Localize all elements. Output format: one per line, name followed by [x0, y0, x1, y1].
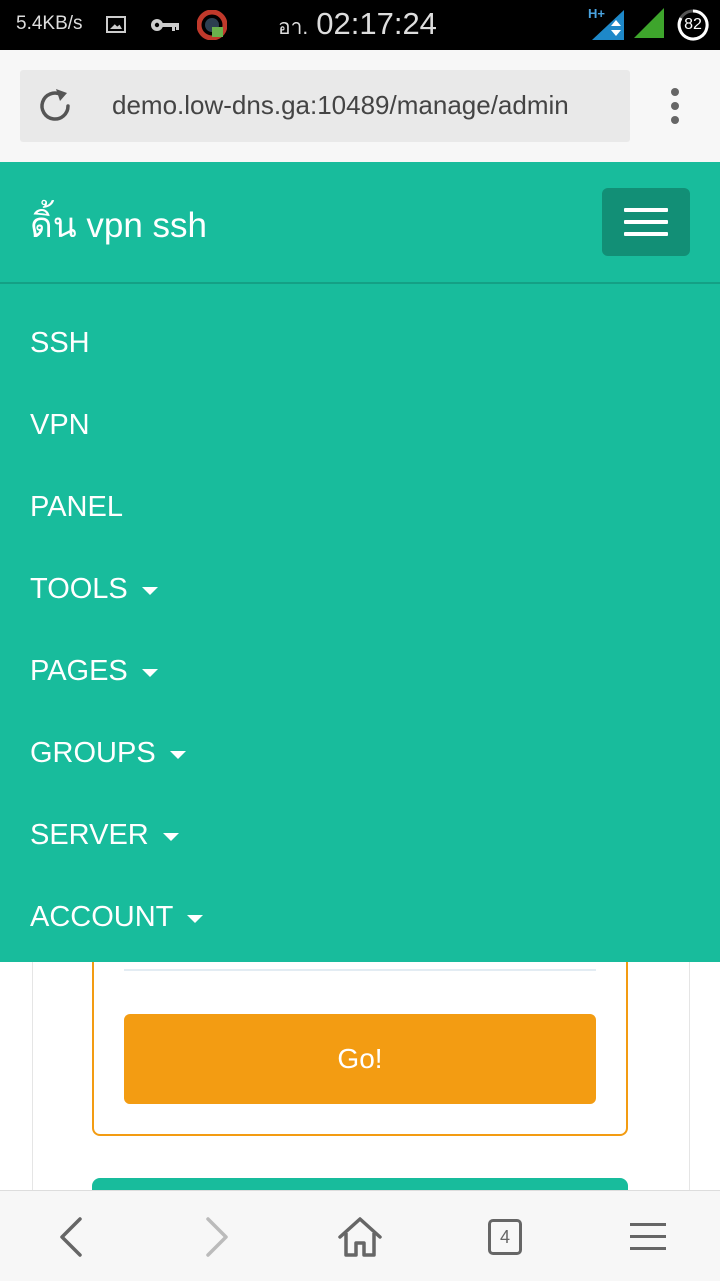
address-bar[interactable]: demo.low-dns.ga:10489/manage/admin [20, 70, 630, 142]
caret-down-icon [141, 669, 158, 677]
clock-day-prefix: อา. [278, 16, 309, 39]
go-button[interactable]: Go! [124, 1014, 596, 1104]
hamburger-icon [624, 220, 668, 224]
nav-item-vpn[interactable]: VPN [0, 384, 720, 466]
menu-icon[interactable] [624, 1213, 672, 1261]
reload-icon[interactable] [34, 85, 76, 127]
nav-item-label: SSH [30, 326, 90, 359]
caret-down-icon [162, 833, 179, 841]
hamburger-icon [624, 208, 668, 212]
browser-bottom-toolbar: 4 [0, 1190, 720, 1281]
image-icon [106, 16, 126, 33]
nav-item-label: GROUPS [30, 736, 156, 769]
clock: อา. 02:17:24 [278, 6, 437, 44]
caret-down-icon [187, 915, 204, 923]
app-icon [197, 10, 227, 40]
tabs-icon[interactable]: 4 [488, 1219, 522, 1255]
forward-icon[interactable] [192, 1213, 240, 1261]
caret-down-icon [169, 751, 186, 759]
clock-time: 02:17:24 [316, 6, 437, 41]
nav-menu: SSH VPN PANEL TOOLS PAGES GROUPS SERVER … [0, 302, 720, 958]
nav-item-server[interactable]: SERVER [0, 794, 720, 876]
overflow-menu-icon[interactable] [664, 86, 686, 126]
network-speed: 5.4KB/s [16, 13, 83, 34]
network-type-label: H+ [588, 6, 605, 21]
nav-item-label: ACCOUNT [30, 900, 174, 933]
caret-down-icon [141, 587, 158, 595]
battery-level: 82 [684, 16, 702, 33]
nav-item-ssh[interactable]: SSH [0, 302, 720, 384]
status-bar: 5.4KB/s อา. 02:17:24 H+ 82 [0, 0, 720, 50]
nav-item-panel[interactable]: PANEL [0, 466, 720, 548]
nav-item-label: TOOLS [30, 572, 128, 605]
nav-item-tools[interactable]: TOOLS [0, 548, 720, 630]
navbar: ดิ้น vpn ssh SSH VPN PANEL TOOLS PAGES G… [0, 162, 720, 962]
nav-item-label: SERVER [30, 818, 149, 851]
browser-toolbar: demo.low-dns.ga:10489/manage/admin [0, 50, 720, 162]
form-input-underline [124, 969, 596, 971]
key-icon [151, 19, 179, 31]
back-icon[interactable] [48, 1213, 96, 1261]
nav-item-label: VPN [30, 408, 90, 441]
navbar-brand[interactable]: ดิ้น vpn ssh [30, 198, 207, 253]
nav-item-groups[interactable]: GROUPS [0, 712, 720, 794]
url-text[interactable]: demo.low-dns.ga:10489/manage/admin [112, 90, 569, 121]
hamburger-icon [624, 232, 668, 236]
nav-item-label: PAGES [30, 654, 128, 687]
navbar-divider [0, 282, 720, 284]
navbar-toggle-button[interactable] [602, 188, 690, 256]
signal-icon [634, 8, 664, 38]
nav-item-label: PANEL [30, 490, 123, 523]
nav-item-pages[interactable]: PAGES [0, 630, 720, 712]
home-icon[interactable] [336, 1213, 384, 1261]
nav-item-account[interactable]: ACCOUNT [0, 876, 720, 958]
network-hplus-icon: H+ [588, 6, 624, 40]
